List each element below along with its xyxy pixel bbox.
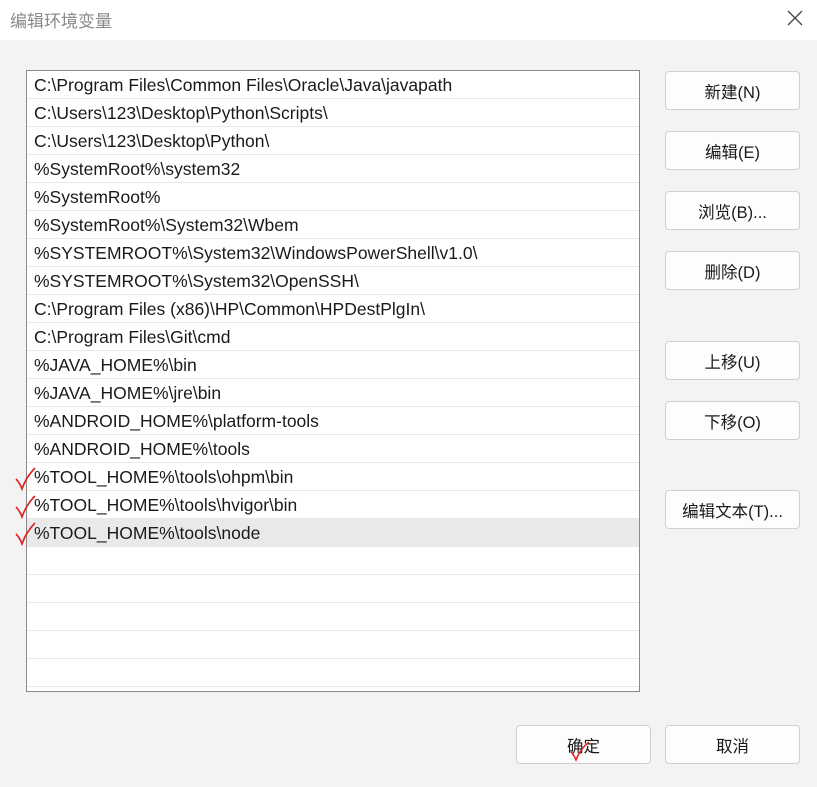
path-list[interactable]: C:\Program Files\Common Files\Oracle\Jav… — [26, 70, 640, 692]
move-up-button[interactable]: 上移(U) — [665, 341, 800, 380]
close-button[interactable] — [781, 4, 809, 32]
list-item[interactable]: %SystemRoot%\system32 — [27, 155, 639, 183]
title-bar: 编辑环境变量 — [0, 0, 817, 40]
window-title: 编辑环境变量 — [10, 12, 112, 32]
list-item[interactable]: %SystemRoot% — [27, 183, 639, 211]
list-item[interactable]: C:\Program Files\Git\cmd — [27, 323, 639, 351]
list-item[interactable] — [27, 547, 639, 575]
browse-button[interactable]: 浏览(B)... — [665, 191, 800, 230]
move-down-button[interactable]: 下移(O) — [665, 401, 800, 440]
list-item[interactable] — [27, 603, 639, 631]
list-item[interactable]: %SYSTEMROOT%\System32\OpenSSH\ — [27, 267, 639, 295]
list-item[interactable]: C:\Program Files\Common Files\Oracle\Jav… — [27, 71, 639, 99]
close-icon — [787, 10, 803, 26]
list-item[interactable]: %TOOL_HOME%\tools\ohpm\bin — [27, 463, 639, 491]
edit-text-button[interactable]: 编辑文本(T)... — [665, 490, 800, 529]
cancel-button[interactable]: 取消 — [665, 725, 800, 764]
list-item[interactable]: %TOOL_HOME%\tools\node — [27, 519, 639, 547]
list-item[interactable]: %JAVA_HOME%\jre\bin — [27, 379, 639, 407]
ok-button-label: 确定 — [567, 737, 600, 756]
list-item[interactable] — [27, 659, 639, 687]
new-button[interactable]: 新建(N) — [665, 71, 800, 110]
delete-button[interactable]: 删除(D) — [665, 251, 800, 290]
list-item[interactable] — [27, 575, 639, 603]
list-item[interactable]: C:\Program Files (x86)\HP\Common\HPDestP… — [27, 295, 639, 323]
list-item[interactable]: %SYSTEMROOT%\System32\WindowsPowerShell\… — [27, 239, 639, 267]
list-item[interactable]: %SystemRoot%\System32\Wbem — [27, 211, 639, 239]
list-item[interactable] — [27, 687, 639, 691]
ok-button[interactable]: 确定 — [516, 725, 651, 764]
list-item[interactable]: %TOOL_HOME%\tools\hvigor\bin — [27, 491, 639, 519]
list-item[interactable]: C:\Users\123\Desktop\Python\ — [27, 127, 639, 155]
list-item[interactable]: %ANDROID_HOME%\tools — [27, 435, 639, 463]
edit-button[interactable]: 编辑(E) — [665, 131, 800, 170]
list-item[interactable]: C:\Users\123\Desktop\Python\Scripts\ — [27, 99, 639, 127]
list-item[interactable]: %ANDROID_HOME%\platform-tools — [27, 407, 639, 435]
list-item[interactable] — [27, 631, 639, 659]
list-item[interactable]: %JAVA_HOME%\bin — [27, 351, 639, 379]
